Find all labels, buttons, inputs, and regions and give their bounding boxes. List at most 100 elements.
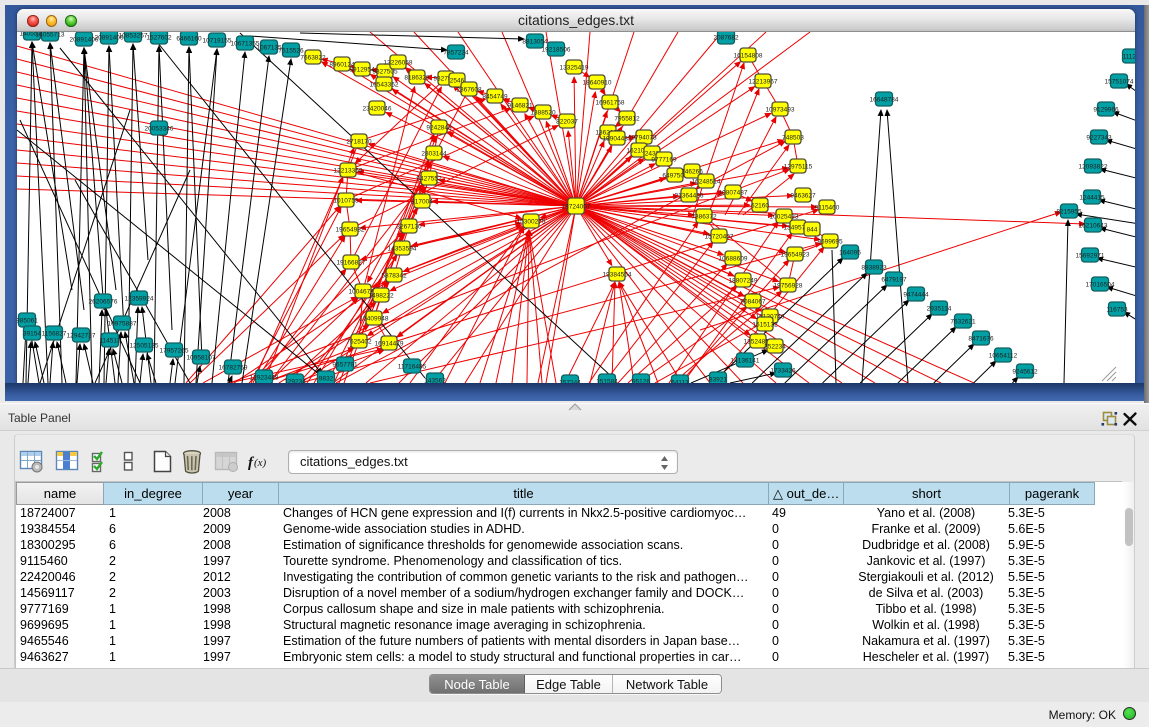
svg-text:7515526: 7515526	[278, 48, 304, 55]
svg-text:9832: 9832	[319, 376, 334, 383]
svg-text:15720407: 15720407	[705, 234, 734, 241]
svg-text:13325419: 13325419	[560, 65, 589, 72]
svg-text:16210643: 16210643	[1079, 223, 1108, 230]
svg-text:2803144: 2803144	[421, 151, 447, 158]
svg-text:12213369: 12213369	[334, 168, 363, 175]
svg-text:19166827: 19166827	[337, 260, 366, 267]
svg-text:9777169: 9777169	[651, 157, 677, 164]
svg-text:(x): (x)	[254, 457, 267, 469]
svg-text:164095: 164095	[839, 250, 861, 257]
svg-text:15409948: 15409948	[360, 316, 389, 323]
svg-text:20053346: 20053346	[145, 126, 174, 133]
svg-text:817004: 817004	[411, 199, 433, 206]
svg-text:15300275: 15300275	[517, 219, 546, 226]
svg-text:10719155: 10719155	[203, 38, 232, 45]
svg-text:10688609: 10688609	[719, 256, 748, 263]
svg-text:10807487: 10807487	[719, 190, 748, 197]
svg-text:9463627: 9463627	[790, 193, 816, 200]
svg-text:3267130: 3267130	[396, 224, 422, 231]
svg-text:12213967: 12213967	[749, 79, 778, 86]
svg-text:252234: 252234	[764, 344, 786, 351]
svg-text:17957265: 17957265	[160, 348, 189, 355]
svg-text:16648784: 16648784	[870, 97, 899, 104]
svg-text:748503: 748503	[782, 135, 804, 142]
svg-text:8813054: 8813054	[522, 39, 548, 46]
svg-text:14136141: 14136141	[731, 358, 760, 365]
svg-text:14353594: 14353594	[388, 246, 417, 253]
svg-text:7632621: 7632621	[950, 319, 976, 326]
svg-text:6466160: 6466160	[176, 36, 202, 43]
svg-text:9115460: 9115460	[815, 205, 840, 212]
svg-text:19384554: 19384554	[603, 272, 632, 279]
svg-text:16154808: 16154808	[734, 53, 763, 60]
svg-text:114513: 114513	[99, 338, 121, 345]
svg-text:18724007: 18724007	[562, 204, 591, 211]
svg-text:116753: 116753	[1106, 307, 1128, 314]
svg-text:16782759: 16782759	[219, 365, 248, 372]
svg-text:9794078: 9794078	[631, 135, 657, 142]
svg-text:8215955: 8215955	[1056, 209, 1082, 216]
svg-text:19756928: 19756928	[774, 283, 803, 290]
svg-text:9242848: 9242848	[426, 125, 452, 132]
svg-text:12359924: 12359924	[125, 296, 154, 303]
svg-text:7955812: 7955812	[614, 116, 640, 123]
svg-text:1010755: 1010755	[333, 198, 359, 205]
svg-text:16248514: 16248514	[692, 179, 721, 186]
svg-text:62160: 62160	[751, 203, 769, 210]
svg-text:16914479: 16914479	[375, 341, 404, 348]
svg-text:23420046: 23420046	[363, 106, 392, 113]
svg-text:39154: 39154	[23, 331, 41, 338]
svg-text:822037: 822037	[556, 119, 578, 126]
svg-text:2718170: 2718170	[346, 139, 372, 146]
svg-text:8186328: 8186328	[404, 75, 430, 82]
svg-text:1498222: 1498222	[368, 293, 394, 300]
svg-text:26206576: 26206576	[89, 299, 118, 306]
svg-text:985061: 985061	[17, 318, 38, 325]
svg-text:7386372: 7386372	[691, 214, 717, 221]
svg-text:21364436: 21364436	[675, 193, 704, 200]
svg-text:9227343: 9227343	[1086, 135, 1112, 142]
svg-text:14055713: 14055713	[36, 32, 65, 39]
svg-text:12923448: 12923448	[250, 375, 279, 382]
svg-text:19654982: 19654982	[336, 227, 365, 234]
svg-text:1527602: 1527602	[146, 35, 172, 42]
svg-text:13226058: 13226058	[384, 60, 413, 67]
svg-text:12093822: 12093822	[1079, 164, 1108, 171]
svg-text:2935114: 2935114	[927, 306, 952, 313]
svg-text:9129966: 9129966	[1093, 107, 1119, 114]
svg-text:9084067: 9084067	[740, 299, 766, 306]
svg-text:1733426: 1733426	[770, 368, 796, 375]
svg-text:19654923: 19654923	[781, 252, 810, 259]
svg-text:9699695: 9699695	[817, 239, 843, 246]
svg-text:12975115: 12975115	[784, 164, 813, 171]
svg-text:16543362: 16543362	[370, 82, 399, 89]
svg-text:844: 844	[807, 227, 818, 234]
svg-text:10853257: 10853257	[119, 33, 148, 40]
svg-text:10958107: 10958107	[187, 355, 216, 362]
svg-text:16961758: 16961758	[596, 100, 625, 107]
svg-text:8471676: 8471676	[968, 336, 994, 343]
svg-text:9245612: 9245612	[1012, 369, 1038, 376]
svg-text:10975887: 10975887	[108, 321, 137, 328]
svg-text:8454749: 8454749	[482, 94, 508, 101]
svg-text:17016504: 17016504	[1086, 282, 1115, 289]
svg-text:18807249: 18807249	[729, 278, 758, 285]
svg-text:19218506: 19218506	[542, 47, 571, 54]
svg-text:11121: 11121	[1122, 54, 1135, 61]
svg-text:1615132: 1615132	[752, 322, 778, 329]
svg-text:9427552: 9427552	[416, 176, 442, 183]
svg-text:8912954: 8912954	[349, 67, 375, 74]
svg-text:10654112: 10654112	[989, 353, 1018, 360]
svg-text:1388520: 1388520	[530, 110, 556, 117]
svg-text:10973493: 10973493	[766, 107, 795, 114]
svg-text:12942737: 12942737	[67, 333, 96, 340]
svg-text:7625402: 7625402	[346, 339, 372, 346]
svg-text:11716485: 11716485	[398, 364, 427, 371]
svg-text:9146821: 9146821	[507, 103, 533, 110]
svg-text:9657791: 9657791	[332, 362, 358, 369]
svg-text:19904485: 19904485	[603, 136, 632, 143]
svg-text:18640910: 18640910	[583, 80, 612, 87]
svg-text:8938923: 8938923	[861, 265, 887, 272]
svg-text:7857224: 7857224	[443, 50, 469, 57]
svg-text:2867608: 2867608	[456, 87, 482, 94]
